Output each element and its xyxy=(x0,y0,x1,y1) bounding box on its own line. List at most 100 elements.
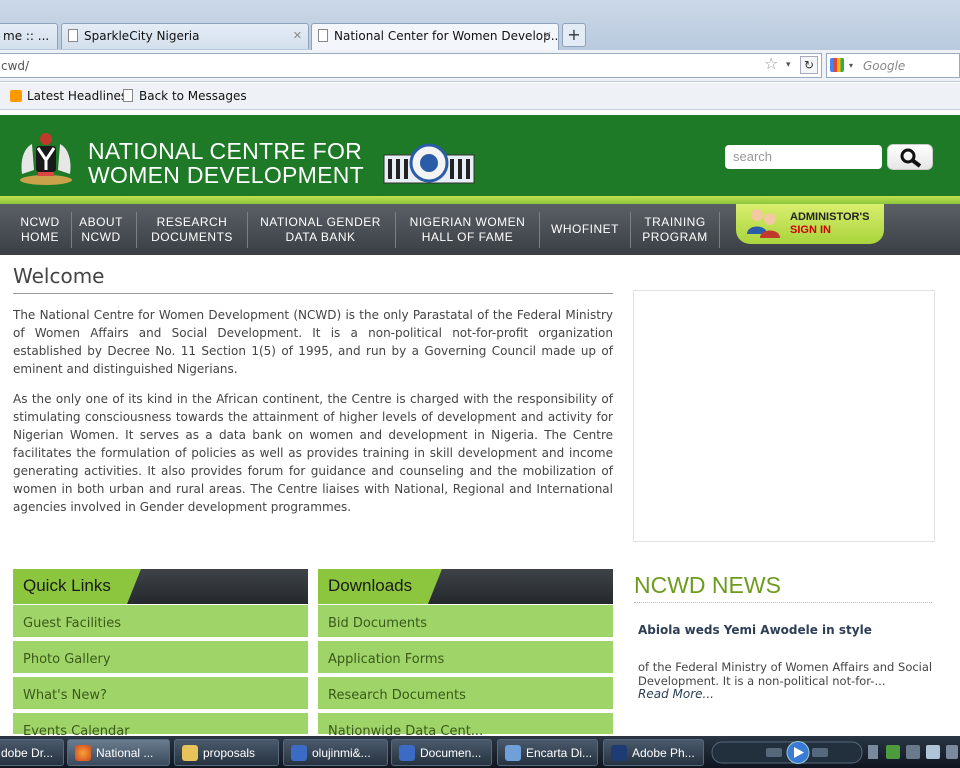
ncwd-logo-icon[interactable] xyxy=(382,141,476,187)
taskbar-label: Adobe Ph... xyxy=(632,746,695,760)
google-icon[interactable] xyxy=(830,58,844,72)
bookmark-label: Back to Messages xyxy=(139,89,247,103)
news-headline-link[interactable]: Abiola weds Yemi Awodele in style xyxy=(638,623,872,637)
menu-label: HALL OF FAME xyxy=(421,229,514,244)
quick-link-item[interactable]: Photo Gallery xyxy=(13,641,308,675)
menu-label: ABOUT xyxy=(79,214,123,229)
coat-of-arms-icon[interactable] xyxy=(14,130,78,186)
browser-tab[interactable]: me :: ... xyxy=(0,23,58,49)
admin-label-line1: ADMINISTOR'S xyxy=(790,211,870,223)
users-icon xyxy=(747,209,780,238)
read-more-link[interactable]: Read More... xyxy=(638,687,714,701)
admin-label-line2: SIGN IN xyxy=(790,224,831,236)
menu-research-documents[interactable]: RESEARCH DOCUMENTS xyxy=(140,204,244,255)
menu-training-program[interactable]: TRAINING PROGRAM xyxy=(634,204,716,255)
new-tab-button[interactable]: + xyxy=(562,23,586,47)
page-icon xyxy=(318,29,328,42)
bookmark-back-to-messages[interactable]: Back to Messages xyxy=(123,89,247,103)
download-item[interactable]: Nationwide Data Cent... xyxy=(318,713,613,739)
taskbar-label: Encarta Di... xyxy=(526,746,593,760)
taskbar-item[interactable]: dobe Dr... xyxy=(0,739,64,766)
menu-label: NCWD xyxy=(81,229,121,244)
taskbar-label: olujinmi&... xyxy=(312,746,371,760)
menu-label: WHOFINET xyxy=(551,222,619,236)
intro-paragraph: The National Centre for Women Developmen… xyxy=(13,308,613,376)
taskbar-label: dobe Dr... xyxy=(1,746,54,760)
menu-hall-of-fame[interactable]: NIGERIAN WOMEN HALL OF FAME xyxy=(400,204,535,255)
menu-divider xyxy=(395,212,396,248)
admin-sign-in-label[interactable]: ADMINISTOR'S SIGN IN xyxy=(790,211,869,237)
chevron-down-icon[interactable]: ▾ xyxy=(786,60,791,70)
menu-label: HOME xyxy=(20,229,59,244)
divider xyxy=(13,293,613,294)
downloads-title: Downloads xyxy=(318,569,443,604)
taskbar-item[interactable]: olujinmi&... xyxy=(283,739,388,766)
menu-label: NATIONAL GENDER xyxy=(260,214,381,229)
menu-label: NIGERIAN WOMEN xyxy=(409,214,526,229)
downloads-header: Downloads xyxy=(318,569,613,604)
download-item[interactable]: Research Documents xyxy=(318,677,613,711)
download-item[interactable]: Bid Documents xyxy=(318,605,613,639)
taskbar-item[interactable]: Adobe Ph... xyxy=(603,739,704,766)
news-excerpt: of the Federal Ministry of Women Affairs… xyxy=(638,660,933,688)
close-icon[interactable]: ✕ xyxy=(543,29,552,42)
menu-label: DATA BANK xyxy=(285,229,356,244)
search-button[interactable] xyxy=(887,144,933,170)
bookmarks-bar: Latest Headlines Back to Messages xyxy=(0,83,960,110)
chevron-down-icon[interactable]: ▾ xyxy=(849,61,853,70)
url-field[interactable]: cwd/ xyxy=(0,53,822,78)
browser-search-input[interactable]: Google xyxy=(826,53,960,78)
description-paragraph: As the only one of its kind in the Afric… xyxy=(13,392,613,514)
browser-tab-active[interactable]: National Center for Women Develop... ✕ xyxy=(311,23,559,50)
word-icon xyxy=(399,745,415,761)
search-icon xyxy=(900,148,922,168)
menu-ncwd-home[interactable]: NCWD HOME xyxy=(10,204,70,255)
system-tray[interactable] xyxy=(708,739,960,766)
taskbar-item[interactable]: Encarta Di... xyxy=(497,739,598,766)
firefox-icon xyxy=(75,745,91,761)
bookmark-label: Latest Headlines xyxy=(27,89,128,103)
menu-about-ncwd[interactable]: ABOUT NCWD xyxy=(72,204,130,255)
url-text: cwd/ xyxy=(1,59,30,73)
site-title-line2: WOMEN DEVELOPMENT xyxy=(88,162,365,188)
search-placeholder: search xyxy=(733,149,773,164)
menu-national-gender-data-bank[interactable]: NATIONAL GENDER DATA BANK xyxy=(252,204,389,255)
menu-divider xyxy=(136,212,137,248)
side-banner-box xyxy=(633,290,935,542)
menu-divider xyxy=(247,212,248,248)
download-item[interactable]: Application Forms xyxy=(318,641,613,675)
header-green-stripe xyxy=(0,196,960,204)
encarta-icon xyxy=(505,745,521,761)
taskbar-item[interactable]: Documen... xyxy=(391,739,492,766)
tab-title: me :: ... xyxy=(3,29,50,43)
menu-label: RESEARCH xyxy=(156,214,228,229)
page-icon xyxy=(123,89,133,102)
quick-link-item[interactable]: Guest Facilities xyxy=(13,605,308,639)
star-icon[interactable]: ☆ xyxy=(764,54,778,73)
taskbar-item[interactable]: proposals xyxy=(174,739,279,766)
close-icon[interactable]: ✕ xyxy=(293,29,302,42)
menu-whofinet[interactable]: WHOFINET xyxy=(543,204,627,255)
menu-divider xyxy=(630,212,631,248)
folder-icon xyxy=(182,745,198,761)
tab-title: National Center for Women Develop... xyxy=(334,29,559,43)
search-placeholder: Google xyxy=(863,59,906,73)
page-icon xyxy=(68,29,78,42)
taskbar-label: National ... xyxy=(96,746,154,760)
rss-icon xyxy=(10,90,22,102)
tab-title: SparkleCity Nigeria xyxy=(84,29,200,43)
site-title[interactable]: NATIONAL CENTRE FOR WOMEN DEVELOPMENT xyxy=(88,139,364,187)
quick-link-item[interactable]: What's New? xyxy=(13,677,308,711)
reload-icon[interactable]: ↻ xyxy=(800,56,818,74)
menu-label: TRAINING xyxy=(644,214,706,229)
menu-label: DOCUMENTS xyxy=(151,229,233,244)
taskbar-item-active[interactable]: National ... xyxy=(67,739,170,766)
bookmark-latest-headlines[interactable]: Latest Headlines xyxy=(10,89,127,103)
menu-label: NCWD xyxy=(20,214,60,229)
browser-tab[interactable]: SparkleCity Nigeria ✕ xyxy=(61,23,309,49)
word-icon xyxy=(291,745,307,761)
quick-links-header: Quick Links xyxy=(13,569,308,604)
page-title: Welcome xyxy=(13,264,105,288)
quick-link-item[interactable]: Events Calendar xyxy=(13,713,308,739)
site-search-input[interactable]: search xyxy=(725,145,882,169)
